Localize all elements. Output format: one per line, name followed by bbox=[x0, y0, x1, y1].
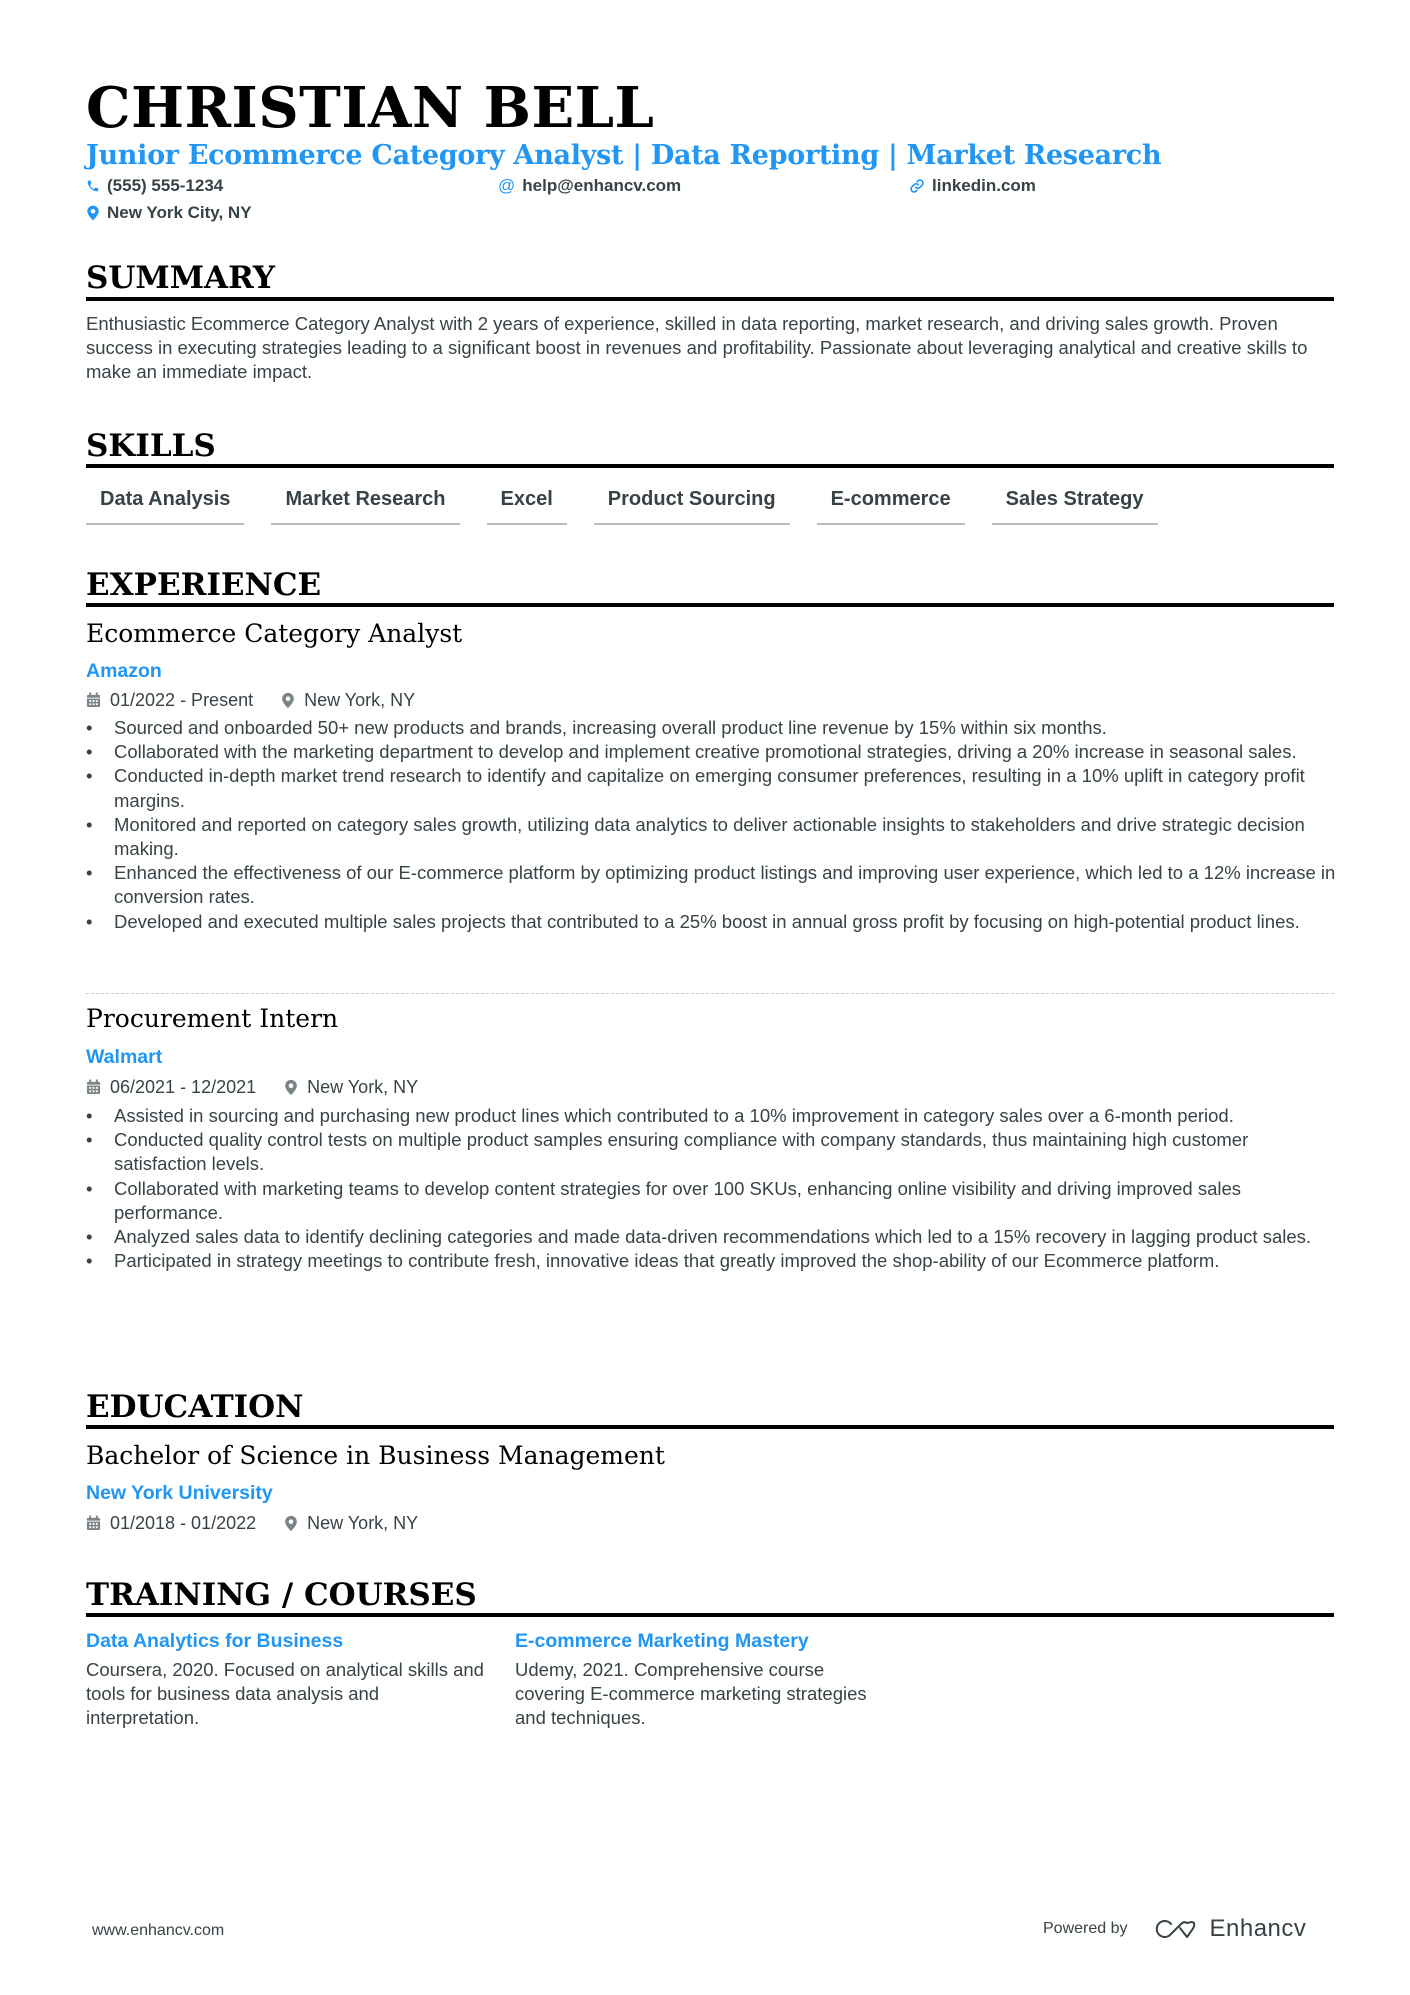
contact-phone: (555) 555-1234 bbox=[86, 175, 223, 197]
job-location: New York, NY bbox=[284, 1075, 418, 1099]
section-divider bbox=[86, 1613, 1334, 1617]
bullet-item: Assisted in sourcing and purchasing new … bbox=[86, 1104, 1336, 1128]
footer-website-link[interactable]: www.enhancv.com bbox=[92, 1922, 224, 1940]
section-divider bbox=[86, 1425, 1334, 1429]
skill-tag: Market Research bbox=[271, 484, 460, 525]
job-role: Ecommerce Category Analyst bbox=[86, 619, 463, 648]
bullet-item: Sourced and onboarded 50+ new products a… bbox=[86, 716, 1336, 740]
job-bullets: Sourced and onboarded 50+ new products a… bbox=[86, 716, 1336, 934]
course-title: E-commerce Marketing Mastery bbox=[515, 1630, 809, 1652]
location-value: New York City, NY bbox=[107, 203, 252, 222]
section-title-education: EDUCATION bbox=[86, 1389, 304, 1425]
job-meta: 01/2022 - Present New York, NY bbox=[86, 688, 443, 712]
phone-icon bbox=[87, 180, 99, 192]
education-location: New York, NY bbox=[284, 1511, 418, 1535]
job-dates: 01/2022 - Present bbox=[86, 688, 253, 712]
email-value[interactable]: help@enhancv.com bbox=[522, 175, 681, 197]
job-dates: 06/2021 - 12/2021 bbox=[86, 1075, 256, 1099]
course-description: Coursera, 2020. Focused on analytical sk… bbox=[86, 1659, 484, 1729]
job-role: Procurement Intern bbox=[86, 1004, 339, 1033]
location-pin-icon bbox=[285, 1515, 297, 1531]
calendar-icon bbox=[86, 1079, 101, 1095]
contact-website: linkedin.com bbox=[909, 175, 1036, 197]
enhancv-logo-icon bbox=[1155, 1920, 1195, 1938]
bullet-item: Conducted quality control tests on multi… bbox=[86, 1128, 1336, 1176]
bullet-item: Collaborated with marketing teams to dev… bbox=[86, 1177, 1336, 1225]
course-item: Data Analytics for Business Coursera, 20… bbox=[86, 1628, 486, 1731]
bullet-item: Monitored and reported on category sales… bbox=[86, 813, 1336, 861]
phone-value[interactable]: (555) 555-1234 bbox=[107, 175, 223, 197]
candidate-headline: Junior Ecommerce Category Analyst | Data… bbox=[86, 140, 1162, 171]
skill-tag: Excel bbox=[486, 484, 567, 525]
at-icon: @ bbox=[498, 176, 516, 195]
job-company[interactable]: Walmart bbox=[86, 1044, 162, 1070]
calendar-icon bbox=[86, 1515, 101, 1531]
bullet-item: Enhanced the effectiveness of our E-comm… bbox=[86, 861, 1336, 909]
bullet-item: Collaborated with the marketing departme… bbox=[86, 740, 1336, 764]
summary-text: Enthusiastic Ecommerce Category Analyst … bbox=[86, 313, 1308, 382]
section-title-training: TRAINING / COURSES bbox=[86, 1577, 477, 1613]
contact-email: @ help@enhancv.com bbox=[498, 175, 681, 197]
education-dates: 01/2018 - 01/2022 bbox=[86, 1511, 256, 1535]
calendar-icon bbox=[86, 692, 101, 708]
job-location: New York, NY bbox=[281, 688, 415, 712]
powered-by: Powered by Enhancv bbox=[1043, 1915, 1306, 1943]
bullet-item: Conducted in-depth market trend research… bbox=[86, 764, 1336, 812]
location-pin-icon bbox=[285, 1079, 297, 1095]
section-title-experience: EXPERIENCE bbox=[86, 567, 322, 603]
skill-tag: Sales Strategy bbox=[991, 484, 1158, 525]
course-title: Data Analytics for Business bbox=[86, 1630, 344, 1652]
education-meta: 01/2018 - 01/2022 New York, NY bbox=[86, 1511, 446, 1535]
section-divider bbox=[86, 464, 1334, 468]
section-title-summary: SUMMARY bbox=[86, 260, 276, 296]
education-degree: Bachelor of Science in Business Manageme… bbox=[86, 1441, 665, 1470]
skills-list: Data Analysis Market Research Excel Prod… bbox=[86, 484, 1158, 525]
section-divider bbox=[86, 603, 1334, 607]
candidate-name: CHRISTIAN BELL bbox=[86, 75, 655, 141]
powered-by-label: Powered by bbox=[1043, 1920, 1128, 1937]
job-meta: 06/2021 - 12/2021 New York, NY bbox=[86, 1075, 446, 1099]
location-pin-icon bbox=[87, 205, 99, 221]
website-value[interactable]: linkedin.com bbox=[932, 175, 1036, 197]
course-item: E-commerce Marketing Mastery Udemy, 2021… bbox=[515, 1628, 895, 1731]
skill-tag: Data Analysis bbox=[86, 484, 245, 525]
location-pin-icon bbox=[282, 692, 294, 708]
skill-tag: E-commerce bbox=[816, 484, 965, 525]
job-bullets: Assisted in sourcing and purchasing new … bbox=[86, 1104, 1336, 1274]
section-title-skills: SKILLS bbox=[86, 428, 216, 464]
bullet-item: Analyzed sales data to identify declinin… bbox=[86, 1225, 1336, 1249]
skill-tag: Product Sourcing bbox=[593, 484, 790, 525]
link-icon bbox=[910, 179, 924, 193]
contact-location: New York City, NY bbox=[86, 202, 252, 224]
section-divider bbox=[86, 297, 1334, 301]
enhancv-brand[interactable]: Enhancv bbox=[1210, 1915, 1307, 1943]
bullet-item: Participated in strategy meetings to con… bbox=[86, 1249, 1336, 1273]
bullet-item: Developed and executed multiple sales pr… bbox=[86, 910, 1336, 934]
course-description: Udemy, 2021. Comprehensive course coveri… bbox=[515, 1659, 867, 1729]
education-school[interactable]: New York University bbox=[86, 1480, 273, 1506]
job-company[interactable]: Amazon bbox=[86, 658, 162, 684]
entry-divider bbox=[86, 993, 1334, 994]
